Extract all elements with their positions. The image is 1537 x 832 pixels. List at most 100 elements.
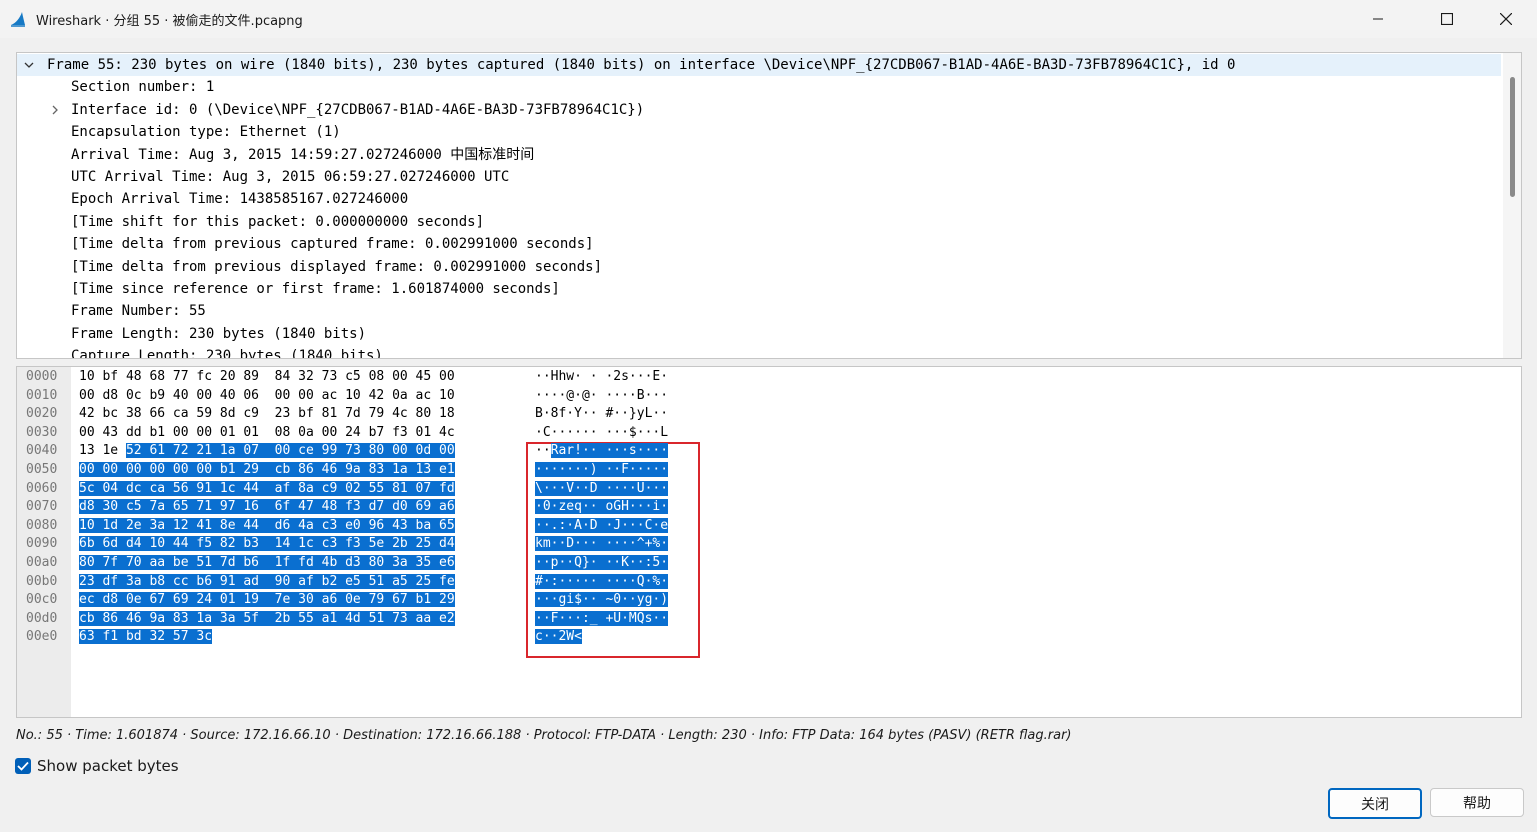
hex-bytes-plain: 13 1e (79, 443, 126, 459)
hex-offset: 00a0 (26, 555, 58, 570)
checkmark-icon (17, 761, 29, 771)
hex-bytes[interactable]: 00 00 00 00 00 00 b1 29 cb 86 46 9a 83 1… (79, 461, 455, 480)
tree-row-text: Arrival Time: Aug 3, 2015 14:59:27.02724… (71, 146, 535, 163)
tree-row-text: Frame Number: 55 (71, 303, 206, 320)
ascii-bytes[interactable]: ····@·@· ····B··· (535, 387, 668, 406)
tree-row[interactable]: Encapsulation type: Ethernet (1) (17, 121, 1497, 143)
ascii-bytes[interactable]: ··p··Q}· ··K··:5· (535, 554, 669, 573)
hex-bytes[interactable]: 80 7f 70 aa be 51 7d b6 1f fd 4b d3 80 3… (79, 554, 455, 573)
ascii-bytes[interactable]: ···gi$·· ~0··yg·) (535, 591, 669, 610)
packet-bytes-pane[interactable]: 0000 10 bf 48 68 77 fc 20 89 84 32 73 c5 … (16, 366, 1522, 718)
hex-bytes[interactable]: ec d8 0e 67 69 24 01 19 7e 30 a6 0e 79 6… (79, 591, 455, 610)
ascii-selected: \···V··D ····U··· (535, 480, 669, 496)
hex-bytes[interactable]: d8 30 c5 7a 65 71 97 16 6f 47 48 f3 d7 d… (79, 498, 455, 517)
hex-offset: 0050 (26, 462, 58, 477)
wireshark-fin-icon (10, 11, 26, 27)
tree-row-text: Capture Length: 230 bytes (1840 bits) (71, 348, 383, 359)
ascii-bytes[interactable]: ·······) ··F····· (535, 461, 669, 480)
hex-bytes-selected: 00 00 00 00 00 00 b1 29 cb 86 46 9a 83 1… (79, 462, 455, 477)
packet-detail-tree[interactable]: Capture Length: 230 bytes (1840 bits) Fra… (16, 52, 1522, 359)
hex-bytes[interactable]: 63 f1 bd 32 57 3c (79, 628, 213, 647)
hex-bytes-selected: 6b 6d d4 10 44 f5 82 b3 14 1c c3 f3 5e 2… (79, 536, 455, 552)
ascii-bytes[interactable]: ··F···:_ +U·MQs·· (535, 610, 669, 629)
hex-offset: 0090 (26, 536, 58, 552)
hex-bytes-selected: cb 86 46 9a 83 1a 3a 5f 2b 55 a1 4d 51 7… (79, 610, 455, 626)
tree-row-text: Epoch Arrival Time: 1438585167.027246000 (71, 191, 409, 208)
tree-row[interactable]: UTC Arrival Time: Aug 3, 2015 06:59:27.0… (17, 166, 1497, 188)
tree-row[interactable]: Interface id: 0 (\Device\NPF_{27CDB067-B… (17, 99, 1497, 121)
tree-row[interactable]: Frame Number: 55 (17, 300, 1497, 322)
hex-offset: 0080 (26, 517, 58, 533)
title-bar: Wireshark · 分组 55 · 被偷走的文件.pcapng (0, 0, 1537, 38)
ascii-bytes[interactable]: ··Hhw· · ·2s···E· (535, 368, 668, 387)
tree-row[interactable]: Epoch Arrival Time: 1438585167.027246000 (17, 188, 1497, 210)
ascii-bytes[interactable]: km··D··· ····^+%· (535, 535, 669, 554)
ascii-bytes[interactable]: #·:····· ····Q·%· (535, 573, 669, 592)
hex-offset: 0060 (26, 480, 58, 496)
hex-bytes-selected: 5c 04 dc ca 56 91 1c 44 af 8a c9 02 55 8… (79, 480, 455, 496)
tree-row[interactable]: Frame Length: 230 bytes (1840 bits) (17, 323, 1497, 345)
hex-bytes[interactable]: 00 43 dd b1 00 00 01 01 08 0a 00 24 b7 f… (79, 424, 455, 443)
ascii-bytes[interactable]: B·8f·Y·· #··}yL·· (535, 405, 668, 424)
hex-bytes[interactable]: cb 86 46 9a 83 1a 3a 5f 2b 55 a1 4d 51 7… (79, 610, 455, 629)
hex-bytes[interactable]: 42 bc 38 66 ca 59 8d c9 23 bf 81 7d 79 4… (79, 405, 455, 424)
tree-row-text: Frame Length: 230 bytes (1840 bits) (71, 325, 367, 342)
maximize-icon (1441, 13, 1453, 25)
ascii-plain: ·· (535, 443, 551, 459)
chevron-right-icon[interactable] (48, 99, 62, 121)
hex-offset: 0040 (26, 443, 58, 459)
ascii-bytes[interactable]: ··Rar!·· ···s···· (535, 442, 669, 461)
ascii-bytes[interactable]: ··.:·A·D ·J···C·e (535, 517, 669, 536)
ascii-bytes[interactable]: \···V··D ····U··· (535, 480, 669, 499)
tree-row-text: [Time since reference or first frame: 1.… (71, 281, 560, 297)
close-window-button[interactable] (1483, 0, 1529, 38)
tree-row[interactable]: [Time shift for this packet: 0.000000000… (17, 211, 1497, 233)
minimize-button[interactable] (1355, 0, 1401, 38)
close-button[interactable]: 关闭 (1328, 788, 1422, 819)
tree-row[interactable]: Capture Length: 230 bytes (1840 bits) (17, 345, 1497, 359)
hex-bytes-selected: ec d8 0e 67 69 24 01 19 7e 30 a6 0e 79 6… (79, 592, 455, 608)
hex-offset: 00c0 (26, 592, 58, 608)
ascii-bytes[interactable]: c··2W< (535, 628, 582, 647)
tree-row[interactable]: [Time since reference or first frame: 1.… (17, 278, 1497, 300)
tree-row-text: [Time delta from previous captured frame… (71, 236, 594, 253)
hex-bytes[interactable]: 6b 6d d4 10 44 f5 82 b3 14 1c c3 f3 5e 2… (79, 535, 455, 554)
hex-offset: 0020 (26, 406, 58, 422)
tree-row[interactable]: [Time delta from previous displayed fram… (17, 256, 1497, 278)
help-button[interactable]: 帮助 (1430, 788, 1524, 817)
ascii-selected: ··F···:_ +U·MQs·· (535, 610, 669, 626)
ascii-bytes[interactable]: ·0·zeq·· oGH···i· (535, 498, 669, 517)
ascii-selected: c··2W< (535, 629, 582, 645)
tree-scrollbar[interactable] (1503, 53, 1521, 358)
window-title: Wireshark · 分组 55 · 被偷走的文件.pcapng (36, 14, 303, 29)
ascii-bytes[interactable]: ·C······ ···$···L (535, 424, 668, 443)
tree-row[interactable]: Arrival Time: Aug 3, 2015 14:59:27.02724… (17, 144, 1497, 166)
hex-bytes[interactable]: 10 1d 2e 3a 12 41 8e 44 d6 4a c3 e0 96 4… (79, 517, 455, 536)
tree-row-text: Section number: 1 (71, 79, 215, 96)
ascii-selected: ···gi$·· ~0··yg·) (535, 592, 669, 608)
chevron-down-icon[interactable] (22, 54, 36, 76)
hex-bytes[interactable]: 10 bf 48 68 77 fc 20 89 84 32 73 c5 08 0… (79, 368, 455, 387)
ascii-selected: ··p··Q}· ··K··:5· (535, 555, 669, 570)
hex-offset: 0030 (26, 424, 58, 440)
hex-offset: 00b0 (26, 573, 58, 589)
tree-row[interactable]: Section number: 1 (17, 76, 1497, 98)
hex-bytes[interactable]: 13 1e 52 61 72 21 1a 07 00 ce 99 73 80 0… (79, 442, 455, 461)
hex-bytes-selected: 23 df 3a b8 cc b6 91 ad 90 af b2 e5 51 a… (79, 573, 455, 589)
tree-row[interactable]: [Time delta from previous captured frame… (17, 233, 1497, 255)
tree-row-text: Frame 55: 230 bytes on wire (1840 bits),… (47, 57, 1236, 73)
show-packet-bytes-label[interactable]: Show packet bytes (37, 757, 179, 775)
tree-row[interactable]: Frame 55: 230 bytes on wire (1840 bits),… (17, 54, 1501, 76)
tree-row-text: UTC Arrival Time: Aug 3, 2015 06:59:27.0… (71, 169, 510, 185)
hex-offset: 0070 (26, 499, 58, 515)
ascii-selected: ··.:·A·D ·J···C·e (535, 517, 669, 533)
hex-bytes[interactable]: 00 d8 0c b9 40 00 40 06 00 00 ac 10 42 0… (79, 387, 455, 406)
maximize-button[interactable] (1424, 0, 1470, 38)
show-packet-bytes-checkbox[interactable] (15, 758, 31, 774)
hex-bytes[interactable]: 5c 04 dc ca 56 91 1c 44 af 8a c9 02 55 8… (79, 480, 455, 499)
ascii-selected: ·······) ··F····· (535, 462, 669, 477)
ascii-selected: Rar!·· ···s···· (550, 443, 669, 459)
hex-offset: 00d0 (26, 610, 58, 626)
hex-bytes[interactable]: 23 df 3a b8 cc b6 91 ad 90 af b2 e5 51 a… (79, 573, 455, 592)
tree-scrollbar-thumb[interactable] (1510, 77, 1515, 197)
